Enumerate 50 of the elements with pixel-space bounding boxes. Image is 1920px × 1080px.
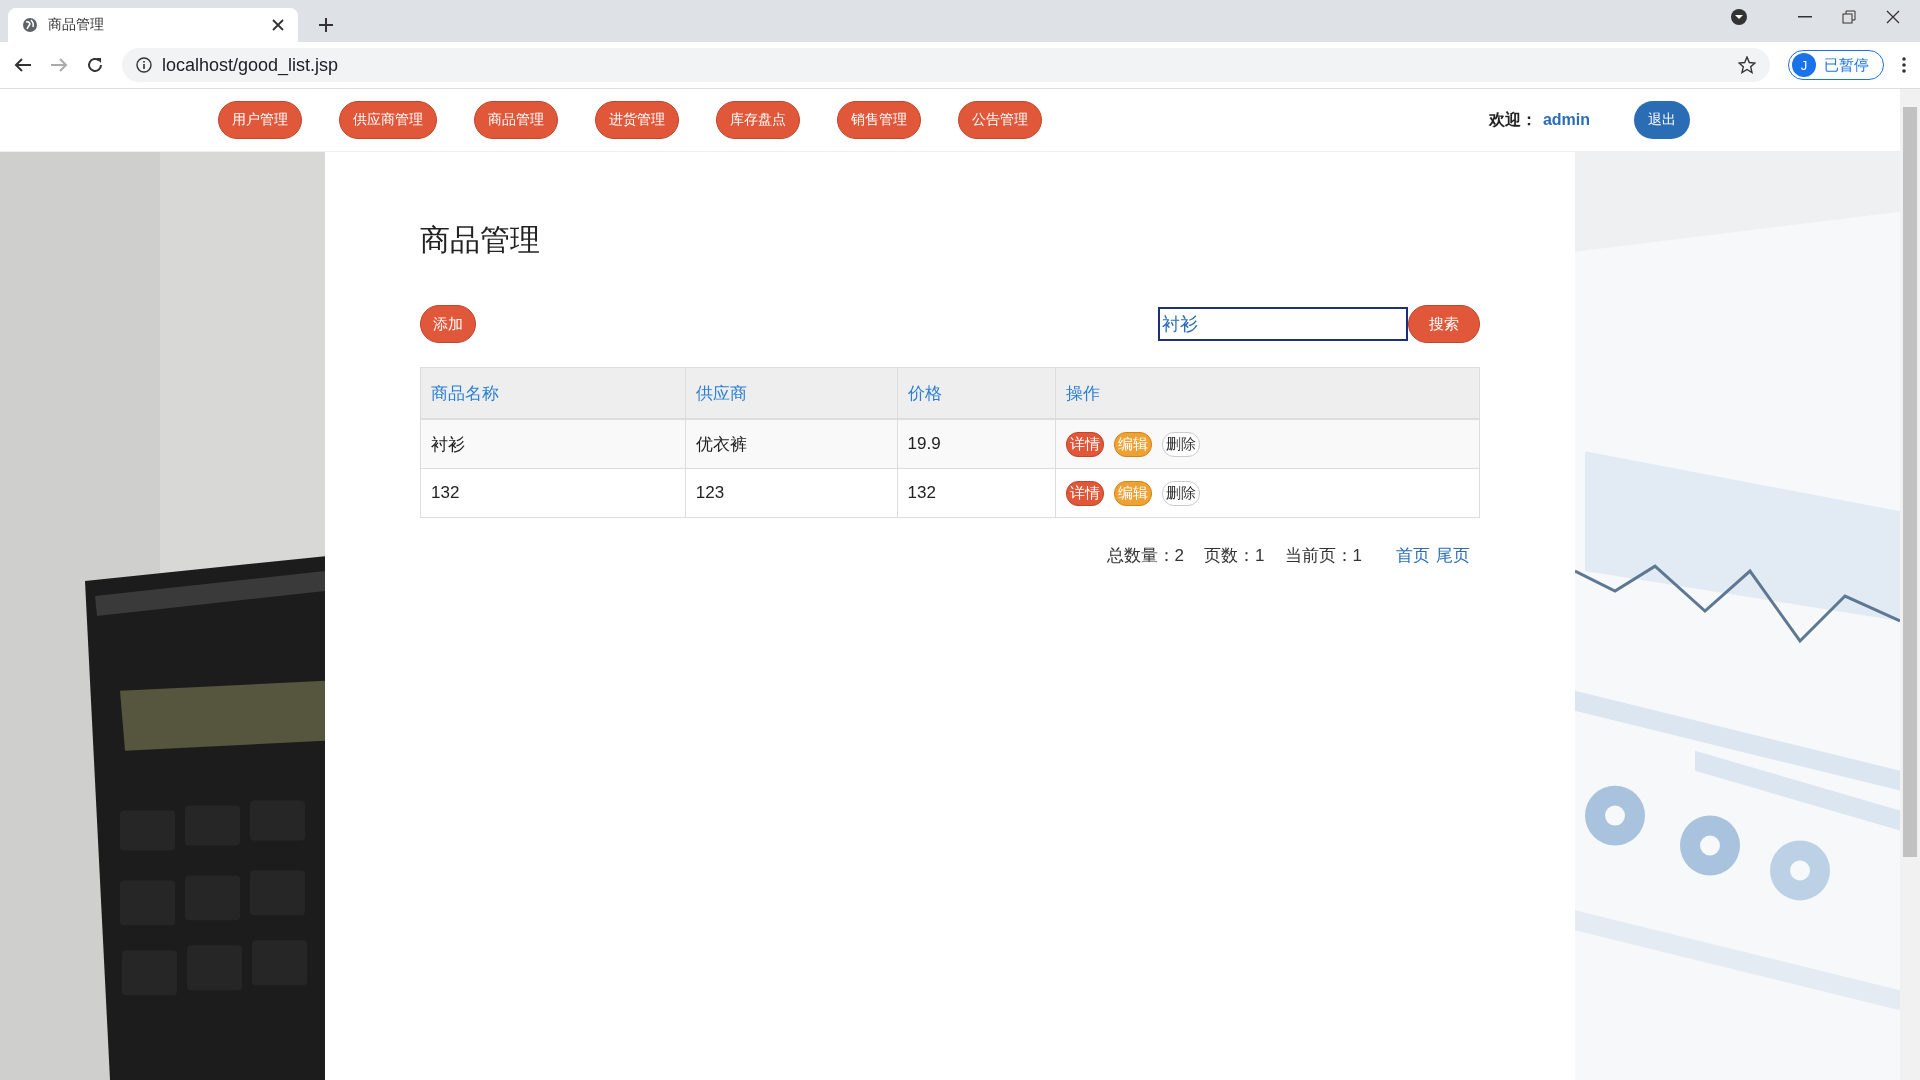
detail-button[interactable]: 详情 <box>1066 431 1105 457</box>
user-link[interactable]: admin <box>1542 111 1590 129</box>
back-icon[interactable] <box>14 56 32 74</box>
edit-button[interactable]: 编辑 <box>1114 480 1153 506</box>
close-icon[interactable] <box>1886 10 1900 24</box>
nav-button[interactable]: 公告管理 <box>958 101 1042 139</box>
logout-button[interactable]: 退出 <box>1634 101 1690 139</box>
delete-button[interactable]: 删除 <box>1162 480 1201 506</box>
table-cell: 优衣裤 <box>685 419 898 469</box>
delete-button[interactable]: 删除 <box>1162 431 1201 457</box>
restore-icon[interactable] <box>1842 10 1856 24</box>
current-page: 当前页：1 <box>1284 545 1362 567</box>
new-tab-icon[interactable] <box>318 17 334 33</box>
total-count: 总数量：2 <box>1106 545 1185 567</box>
nav-button[interactable]: 供应商管理 <box>339 101 437 139</box>
close-icon[interactable] <box>272 19 284 31</box>
tab-title: 商品管理 <box>48 16 105 34</box>
page-title: 商品管理 <box>420 222 541 258</box>
column-header: 操作 <box>1055 367 1480 419</box>
table-cell: 19.9 <box>897 419 1056 469</box>
nav-button[interactable]: 商品管理 <box>474 101 558 139</box>
search-button[interactable]: 搜索 <box>1408 305 1480 343</box>
column-header: 供应商 <box>685 367 898 419</box>
table-cell: 132 <box>420 468 686 518</box>
table-cell: 123 <box>685 468 898 518</box>
nav-button[interactable]: 销售管理 <box>837 101 921 139</box>
minimize-icon[interactable] <box>1798 16 1812 18</box>
browser-tab[interactable]: 商品管理 <box>8 8 298 42</box>
first-page-link[interactable]: 首页 <box>1396 544 1430 567</box>
last-page-link[interactable]: 尾页 <box>1436 544 1470 567</box>
nav-button[interactable]: 库存盘点 <box>716 101 800 139</box>
more-icon[interactable] <box>1902 57 1906 73</box>
column-header: 价格 <box>897 367 1056 419</box>
search-field[interactable]: 衬衫 <box>1158 307 1408 341</box>
nav-button[interactable]: 用户管理 <box>218 101 302 139</box>
page-count: 页数：1 <box>1204 545 1265 567</box>
star-icon[interactable] <box>1738 56 1756 74</box>
dropdown-icon[interactable] <box>1730 8 1748 26</box>
welcome-label: 欢迎： <box>1488 109 1537 130</box>
edit-button[interactable]: 编辑 <box>1114 431 1153 457</box>
reload-icon[interactable] <box>86 56 104 74</box>
table-cell: 132 <box>897 468 1056 518</box>
nav-button[interactable]: 进货管理 <box>595 101 679 139</box>
table-cell: 衬衫 <box>420 419 686 469</box>
info-icon[interactable] <box>136 57 152 73</box>
add-button[interactable]: 添加 <box>420 305 476 343</box>
column-header: 商品名称 <box>420 367 686 419</box>
detail-button[interactable]: 详情 <box>1066 480 1105 506</box>
scrollbar[interactable] <box>1900 89 1920 1080</box>
url-text[interactable]: localhost/good_list.jsp <box>162 54 339 76</box>
